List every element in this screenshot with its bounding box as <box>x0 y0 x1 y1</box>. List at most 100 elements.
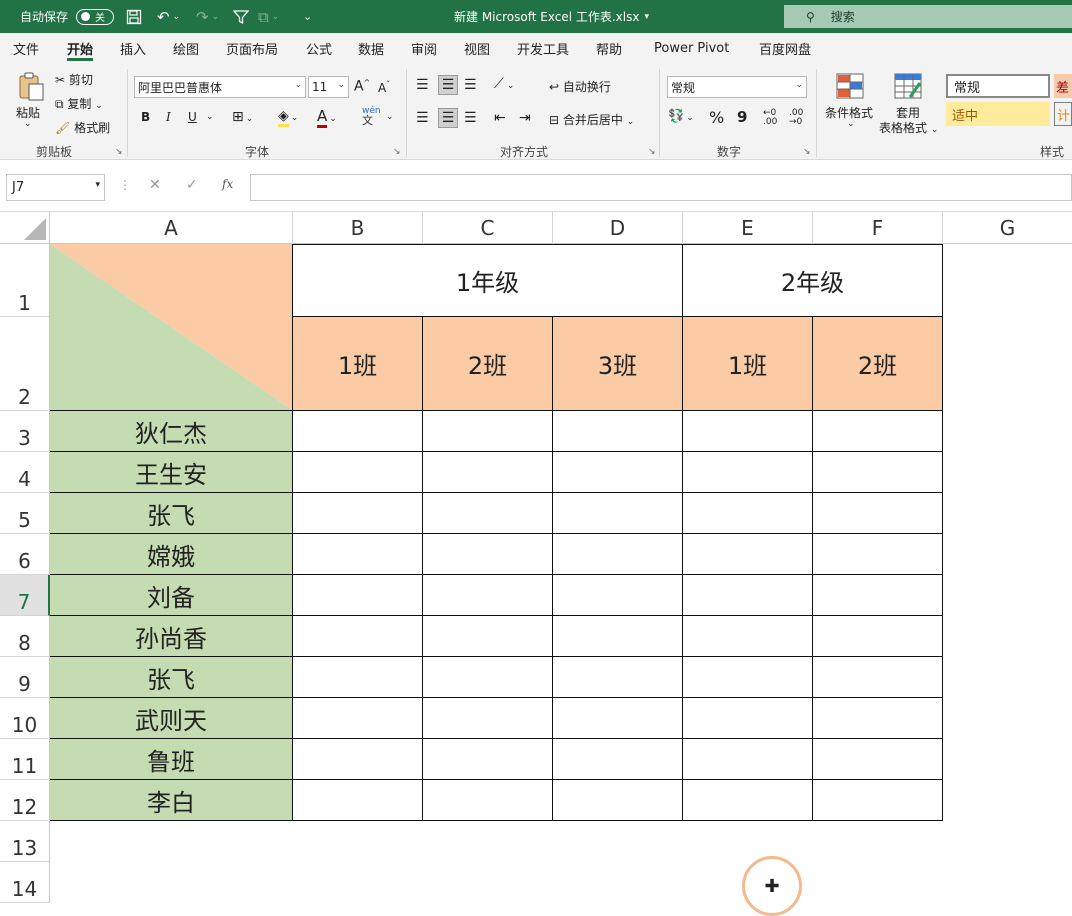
data-cell[interactable] <box>423 452 553 493</box>
tab-page-layout[interactable]: 页面布局 <box>226 33 278 63</box>
phonetic-icon[interactable]: wén 文 <box>362 107 381 127</box>
data-cell[interactable] <box>423 493 553 534</box>
data-cell[interactable] <box>813 534 943 575</box>
tab-help[interactable]: 帮助 <box>596 33 622 63</box>
font-size-dropdown[interactable]: 11 ⌄ <box>308 76 349 98</box>
class-header-b[interactable]: 1班 <box>293 317 423 411</box>
data-cell[interactable] <box>683 780 813 821</box>
data-cell[interactable] <box>423 780 553 821</box>
increase-indent-icon[interactable]: ⇥ <box>519 110 531 126</box>
row-header-1[interactable]: 1 <box>0 244 50 317</box>
column-header-g[interactable]: G <box>943 212 1072 244</box>
tab-developer[interactable]: 开发工具 <box>517 33 569 63</box>
data-cell[interactable] <box>813 575 943 616</box>
data-cell[interactable] <box>813 411 943 452</box>
align-right-icon[interactable]: ☰ <box>464 110 477 126</box>
data-cell[interactable] <box>683 616 813 657</box>
data-cell[interactable] <box>293 739 423 780</box>
data-cell[interactable] <box>293 698 423 739</box>
tab-formulas[interactable]: 公式 <box>306 33 332 63</box>
underline-button[interactable]: U <box>188 110 197 124</box>
class-header-e[interactable]: 1班 <box>683 317 813 411</box>
autosave-toggle[interactable]: 关 <box>76 0 114 33</box>
data-cell[interactable] <box>813 780 943 821</box>
align-top-icon[interactable]: ☰ <box>416 77 429 93</box>
tab-file[interactable]: 文件 <box>13 33 39 63</box>
data-cell[interactable] <box>813 452 943 493</box>
redo-icon[interactable]: ↷ ⌄ <box>196 0 219 33</box>
class-header-f[interactable]: 2班 <box>813 317 943 411</box>
data-cell[interactable] <box>423 411 553 452</box>
corner-header-cell[interactable] <box>50 244 293 411</box>
column-header-f[interactable]: F <box>813 212 943 244</box>
undo-icon[interactable]: ↶ ⌄ <box>157 0 180 33</box>
save-icon[interactable] <box>126 0 142 33</box>
font-launcher-icon[interactable]: ↘ <box>393 147 401 157</box>
data-cell[interactable] <box>553 493 683 534</box>
data-cell[interactable] <box>293 534 423 575</box>
class-header-d[interactable]: 3班 <box>553 317 683 411</box>
bold-button[interactable]: B <box>141 110 150 124</box>
student-name-cell[interactable]: 狄仁杰 <box>50 411 293 452</box>
data-cell[interactable] <box>683 657 813 698</box>
wrap-text-button[interactable]: ↩ 自动换行 <box>549 78 611 95</box>
insert-function-button[interactable]: fx <box>222 177 233 191</box>
accounting-format-icon[interactable]: 💱 ⌄ <box>668 109 694 124</box>
student-name-cell[interactable]: 刘备 <box>50 575 293 616</box>
student-name-cell[interactable]: 李白 <box>50 780 293 821</box>
data-cell[interactable] <box>683 575 813 616</box>
data-cell[interactable] <box>683 452 813 493</box>
student-name-cell[interactable]: 王生安 <box>50 452 293 493</box>
tab-draw[interactable]: 绘图 <box>173 33 199 63</box>
orientation-icon[interactable]: ⟋ ⌄ <box>494 76 514 92</box>
align-center-icon[interactable]: ☰ <box>438 108 458 128</box>
data-cell[interactable] <box>423 575 553 616</box>
student-name-cell[interactable]: 孙尚香 <box>50 616 293 657</box>
increase-font-icon[interactable]: A^ <box>354 78 370 95</box>
underline-chevron-icon[interactable]: ⌄ <box>206 112 214 122</box>
data-cell[interactable] <box>813 739 943 780</box>
italic-button[interactable]: I <box>166 110 171 124</box>
data-cell[interactable] <box>423 657 553 698</box>
style-neutral[interactable]: 适中 <box>946 102 1050 126</box>
data-cell[interactable] <box>293 780 423 821</box>
comma-style-button[interactable]: 9 <box>737 108 747 126</box>
data-cell[interactable] <box>553 616 683 657</box>
column-header-b[interactable]: B <box>293 212 423 244</box>
tab-baidu-netdisk[interactable]: 百度网盘 <box>759 33 811 63</box>
column-header-e[interactable]: E <box>683 212 813 244</box>
data-cell[interactable] <box>813 698 943 739</box>
filter-icon[interactable] <box>233 0 249 33</box>
row-header-14[interactable]: 14 <box>0 862 50 903</box>
conditional-chevron-icon[interactable]: ⌄ <box>847 119 855 129</box>
number-launcher-icon[interactable]: ↘ <box>803 147 811 157</box>
data-cell[interactable] <box>553 780 683 821</box>
tab-home[interactable]: 开始 <box>67 33 94 63</box>
data-cell[interactable] <box>553 657 683 698</box>
select-all-button[interactable] <box>0 212 50 244</box>
data-cell[interactable] <box>553 534 683 575</box>
data-cell[interactable] <box>293 411 423 452</box>
row-header-2[interactable]: 2 <box>0 317 50 411</box>
data-cell[interactable] <box>293 575 423 616</box>
file-title[interactable]: 新建 Microsoft Excel 工作表.xlsx ▾ <box>454 0 649 33</box>
grade-1-header[interactable]: 1年级 <box>293 244 683 317</box>
name-box[interactable]: J7 ▾ <box>6 174 105 201</box>
alignment-launcher-icon[interactable]: ↘ <box>648 147 656 157</box>
merge-center-button[interactable]: ⊟ 合并后居中 ⌄ <box>549 111 634 128</box>
column-header-a[interactable]: A <box>50 212 293 244</box>
format-as-table-icon[interactable] <box>893 72 923 100</box>
style-bad[interactable]: 差 <box>1054 74 1072 98</box>
paste-icon[interactable] <box>16 71 46 103</box>
student-name-cell[interactable]: 武则天 <box>50 698 293 739</box>
percent-style-button[interactable]: % <box>709 108 724 127</box>
align-left-icon[interactable]: ☰ <box>416 110 429 126</box>
font-color-icon[interactable]: A ⌄ <box>317 107 337 128</box>
search-box[interactable]: ⚲ 搜索 <box>784 5 1072 28</box>
class-header-c[interactable]: 2班 <box>423 317 553 411</box>
data-cell[interactable] <box>423 698 553 739</box>
cancel-icon[interactable]: ✕ <box>149 177 161 193</box>
data-cell[interactable] <box>293 657 423 698</box>
format-painter-button[interactable]: 🖌 格式刷 <box>55 119 110 136</box>
data-cell[interactable] <box>293 616 423 657</box>
